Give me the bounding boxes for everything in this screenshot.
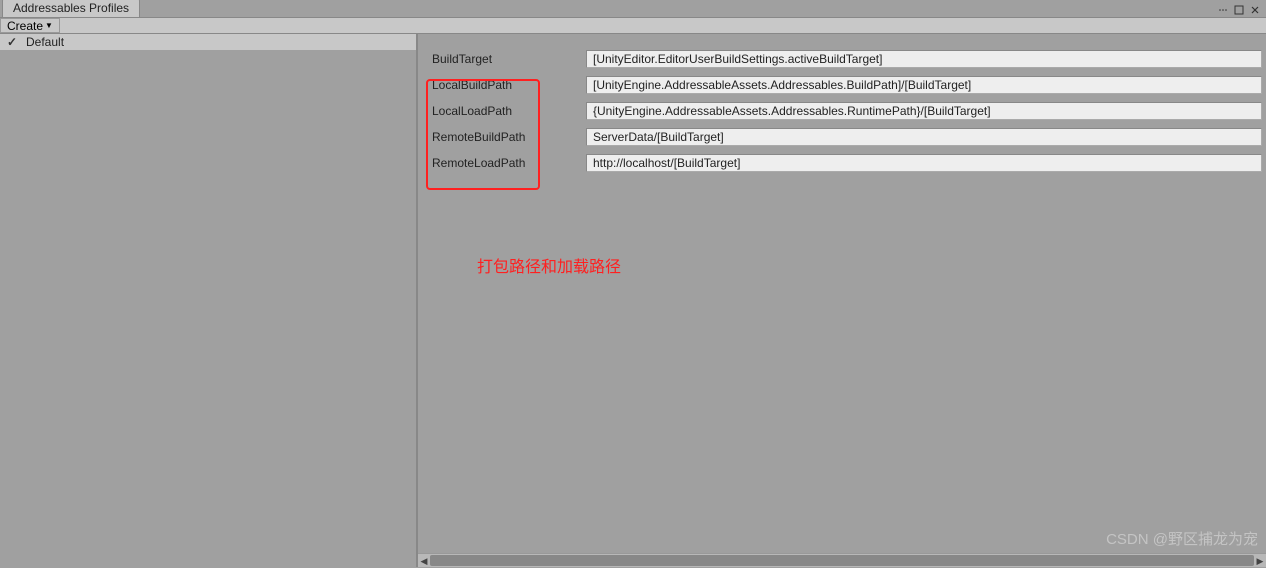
field-label: RemoteLoadPath [428,156,586,170]
field-row-buildtarget: BuildTarget [428,48,1262,70]
profiles-sidebar: ✓ Default [0,34,418,567]
content-panel: BuildTarget LocalBuildPath LocalLoadPath… [418,34,1266,567]
localloadpath-input[interactable] [586,102,1262,120]
main-area: ✓ Default BuildTarget LocalBuildPath Loc… [0,34,1266,567]
scroll-left-icon[interactable]: ◀ [418,554,430,568]
localbuildpath-input[interactable] [586,76,1262,94]
window-controls [1216,3,1266,17]
check-icon: ✓ [4,35,20,49]
field-row-localbuildpath: LocalBuildPath [428,74,1262,96]
close-icon[interactable] [1248,3,1262,17]
field-row-localloadpath: LocalLoadPath [428,100,1262,122]
create-button[interactable]: Create ▼ [0,18,60,33]
sidebar-item-default[interactable]: ✓ Default [0,34,416,50]
field-row-remotebuildpath: RemoteBuildPath [428,126,1262,148]
watermark: CSDN @野区捕龙为宠 [1106,528,1258,549]
tab-title: Addressables Profiles [13,1,129,15]
scroll-right-icon[interactable]: ▶ [1254,554,1266,568]
toolbar: Create ▼ [0,18,1266,34]
menu-icon[interactable] [1216,3,1230,17]
field-row-remoteloadpath: RemoteLoadPath [428,152,1262,174]
create-label: Create [7,19,43,33]
buildtarget-input[interactable] [586,50,1262,68]
maximize-icon[interactable] [1232,3,1246,17]
sidebar-item-label: Default [20,35,64,49]
field-label: LocalBuildPath [428,78,586,92]
tab-addressables-profiles[interactable]: Addressables Profiles [2,0,140,17]
field-label: LocalLoadPath [428,104,586,118]
remotebuildpath-input[interactable] [586,128,1262,146]
field-label: BuildTarget [428,52,586,66]
field-label: RemoteBuildPath [428,130,586,144]
horizontal-scrollbar[interactable]: ◀ ▶ [418,553,1266,567]
annotation-text: 打包路径和加载路径 [477,253,621,277]
scroll-thumb[interactable] [430,555,1254,566]
remoteloadpath-input[interactable] [586,154,1262,172]
chevron-down-icon: ▼ [45,21,53,30]
tab-bar: Addressables Profiles [0,0,1266,18]
